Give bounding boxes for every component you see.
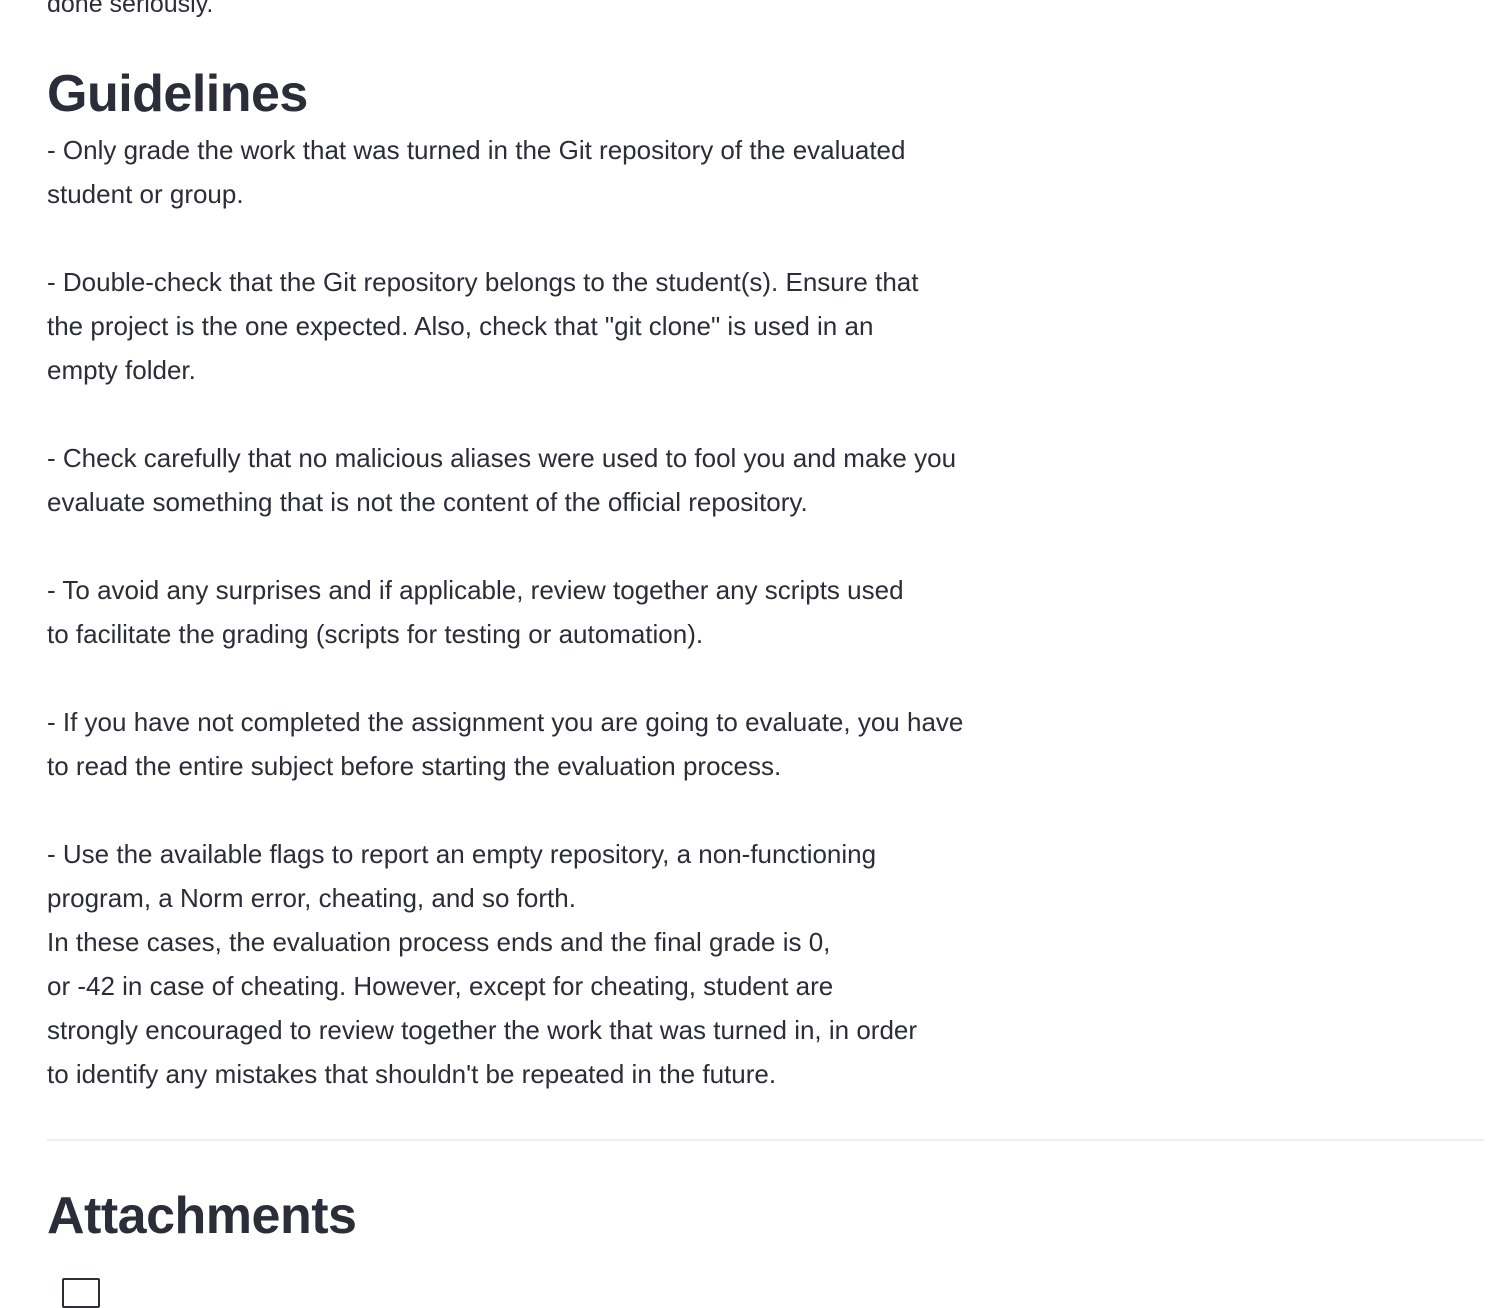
attachment-checkbox[interactable]: [62, 1278, 100, 1308]
guideline-line: to identify any mistakes that shouldn't …: [47, 1059, 777, 1089]
guideline-line: - To avoid any surprises and if applicab…: [47, 575, 904, 605]
intro-cut-off-text: done seriously.: [47, 0, 214, 18]
guideline-line: empty folder.: [47, 355, 196, 385]
section-divider: [47, 1139, 1484, 1141]
guideline-line: student or group.: [47, 179, 244, 209]
guideline-line: or -42 in case of cheating. However, exc…: [47, 971, 834, 1001]
guideline-line: to read the entire subject before starti…: [47, 751, 782, 781]
guideline-line: In these cases, the evaluation process e…: [47, 927, 831, 957]
guideline-line: evaluate something that is not the conte…: [47, 487, 808, 517]
guideline-line: the project is the one expected. Also, c…: [47, 311, 874, 341]
guideline-line: - Double-check that the Git repository b…: [47, 267, 919, 297]
guideline-line: - Only grade the work that was turned in…: [47, 135, 906, 165]
guideline-line: - If you have not completed the assignme…: [47, 707, 964, 737]
guideline-line: strongly encouraged to review together t…: [47, 1015, 918, 1045]
guidelines-heading: Guidelines: [47, 65, 308, 123]
guideline-line: program, a Norm error, cheating, and so …: [47, 883, 576, 913]
guideline-line: - Check carefully that no malicious alia…: [47, 443, 957, 473]
guidelines-text: - Only grade the work that was turned in…: [47, 128, 1047, 1096]
guideline-line: - Use the available flags to report an e…: [47, 839, 877, 869]
attachments-heading: Attachments: [47, 1187, 357, 1245]
guideline-line: to facilitate the grading (scripts for t…: [47, 619, 704, 649]
